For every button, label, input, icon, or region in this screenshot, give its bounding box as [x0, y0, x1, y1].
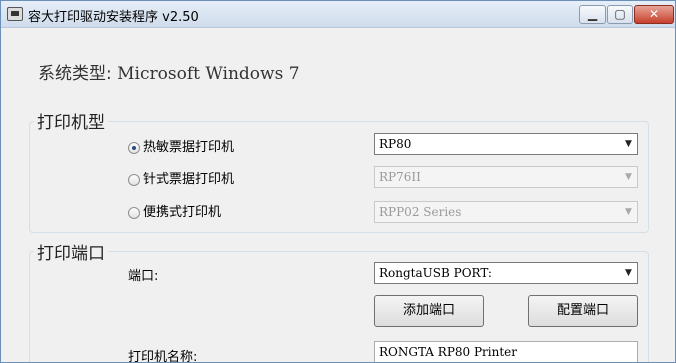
radio-label: 热敏票据打印机: [143, 140, 235, 155]
radio-button-selected[interactable]: [128, 142, 140, 154]
title-bar: 容大打印驱动安装程序 v2.50 ▁ ▢ ✕: [1, 1, 675, 28]
thermal-model-select[interactable]: RP80 ▼: [374, 133, 638, 155]
printer-name-value: RONGTA RP80 Printer: [379, 345, 518, 359]
close-icon: ✕: [648, 7, 660, 21]
dot-matrix-model-select: RP76II ▼: [374, 166, 638, 188]
port-label: 端口:: [128, 269, 159, 284]
maximize-icon: ▢: [614, 7, 626, 21]
select-value: RP76II: [379, 170, 421, 184]
radio-label: 针式票据打印机: [143, 172, 235, 187]
add-port-button[interactable]: 添加端口: [374, 295, 484, 327]
close-button[interactable]: ✕: [634, 5, 674, 24]
select-value: RPP02 Series: [379, 205, 462, 219]
radio-label: 便携式打印机: [143, 205, 222, 220]
printer-type-group-title: 打印机型: [34, 108, 108, 133]
port-select[interactable]: RongtaUSB PORT: ▼: [374, 262, 638, 284]
select-value: RP80: [379, 137, 412, 151]
printer-name-label: 打印机名称:: [128, 350, 198, 363]
select-value: RongtaUSB PORT:: [379, 266, 492, 280]
minimize-button[interactable]: ▁: [579, 5, 606, 24]
radio-button[interactable]: [128, 174, 140, 186]
radio-button[interactable]: [128, 207, 140, 219]
portable-model-select: RPP02 Series ▼: [374, 201, 638, 223]
minimize-icon: ▁: [587, 7, 598, 21]
dropdown-arrow-icon[interactable]: ▼: [620, 263, 637, 283]
window-title: 容大打印驱动安装程序 v2.50: [28, 10, 199, 25]
print-port-group-title: 打印端口: [34, 239, 108, 264]
dropdown-arrow-icon[interactable]: ▼: [620, 134, 637, 154]
dropdown-arrow-icon: ▼: [625, 172, 632, 182]
configure-port-button[interactable]: 配置端口: [528, 295, 638, 327]
maximize-button[interactable]: ▢: [607, 5, 633, 24]
system-type-value: Microsoft Windows 7: [117, 64, 300, 84]
system-type-row: 系统类型: Microsoft Windows 7: [38, 59, 300, 84]
printer-icon: [7, 7, 23, 21]
dropdown-arrow-icon: ▼: [625, 207, 632, 217]
system-type-label: 系统类型:: [38, 64, 112, 84]
installer-window: 容大打印驱动安装程序 v2.50 ▁ ▢ ✕ 系统类型: Microsoft W…: [0, 0, 676, 363]
printer-name-input[interactable]: RONGTA RP80 Printer: [374, 341, 638, 362]
